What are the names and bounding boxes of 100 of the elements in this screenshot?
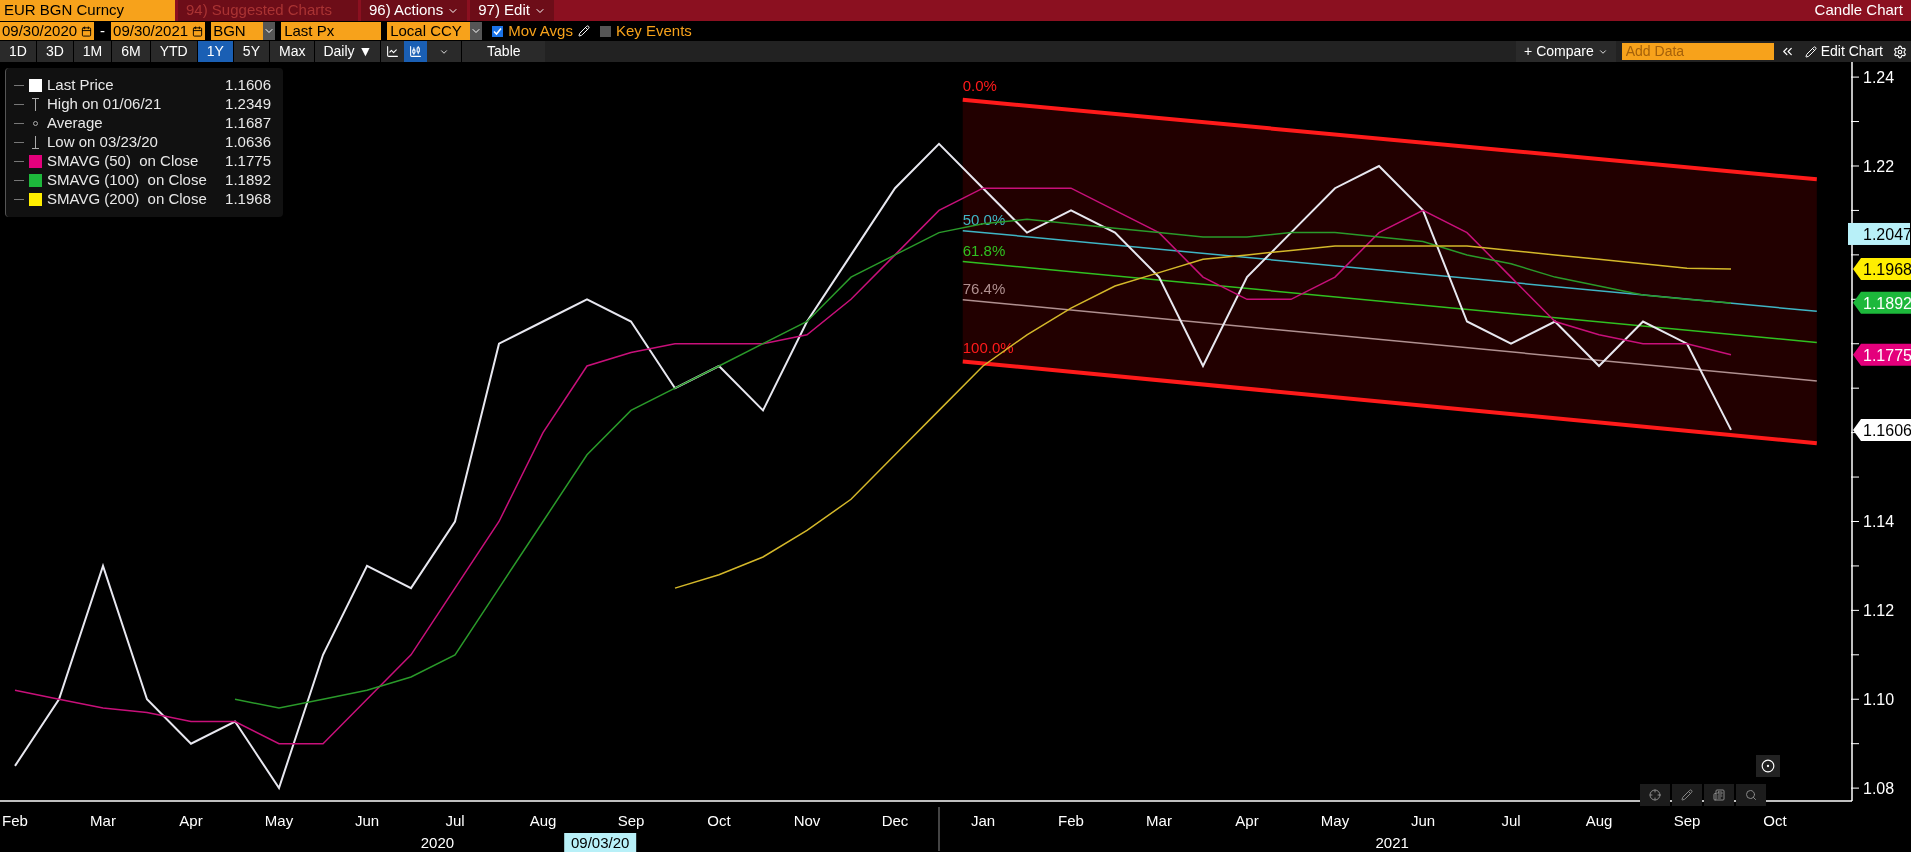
start-date-field[interactable]: 09/30/2020 bbox=[0, 22, 95, 40]
record-button[interactable] bbox=[1756, 755, 1780, 777]
legend-value: 1.0636 bbox=[225, 132, 271, 153]
legend-value: 1.1606 bbox=[225, 75, 271, 96]
checkbox-label: Key Events bbox=[615, 20, 692, 41]
legend-value: 1.1775 bbox=[225, 151, 271, 172]
chart-type-button[interactable] bbox=[381, 41, 405, 62]
x-axis-label: Aug bbox=[1585, 812, 1613, 829]
legend-label: Last Price bbox=[47, 75, 115, 96]
edit-chart-button[interactable]: Edit Chart bbox=[1800, 41, 1887, 62]
checkbox[interactable] bbox=[599, 25, 611, 37]
crosshair-button[interactable] bbox=[1640, 784, 1670, 806]
window-title: Candle Chart bbox=[1814, 0, 1904, 21]
calendar-icon bbox=[192, 25, 204, 37]
pencil-icon bbox=[1804, 45, 1817, 58]
x-axis-label: Jan bbox=[970, 812, 996, 829]
year-label: 2020 bbox=[420, 834, 455, 851]
pricing-source-dropdown[interactable]: BGN bbox=[211, 22, 276, 40]
circle-icon bbox=[1761, 759, 1775, 773]
compare-button[interactable]: + Compare bbox=[1516, 41, 1616, 62]
x-axis-label: Jul bbox=[445, 812, 465, 829]
y-axis-label: 1.24 bbox=[1863, 69, 1895, 87]
period-tab[interactable]: 3D bbox=[36, 41, 74, 62]
price-tag: 1.1775 bbox=[1853, 343, 1911, 366]
add-data-field[interactable]: Add Data bbox=[1621, 43, 1774, 60]
legend-label: SMAVG (50) on Close bbox=[47, 151, 200, 172]
legend-label: SMAVG (100) on Close bbox=[47, 170, 208, 191]
legend-value: 1.2349 bbox=[225, 94, 271, 115]
chart-type-button[interactable] bbox=[404, 41, 428, 62]
currency-dropdown[interactable]: Local CCY bbox=[387, 22, 483, 40]
y-axis-label: 1.12 bbox=[1863, 602, 1895, 620]
x-axis-label: Apr bbox=[1235, 812, 1259, 829]
draw-button[interactable] bbox=[1672, 784, 1702, 806]
fibonacci-label: 50.0% bbox=[962, 210, 1006, 228]
x-axis-label: Apr bbox=[179, 812, 203, 829]
fibonacci-label: 76.4% bbox=[962, 279, 1006, 297]
x-axis-label: Aug bbox=[529, 812, 557, 829]
x-axis-label: Oct bbox=[1763, 812, 1787, 829]
settings-icon[interactable] bbox=[1893, 44, 1907, 59]
y-axis-label: 1.14 bbox=[1863, 513, 1895, 531]
x-axis-label: May bbox=[1320, 812, 1350, 829]
period-tab[interactable]: 5Y bbox=[233, 41, 270, 62]
newspaper-icon bbox=[1713, 789, 1725, 801]
security-field[interactable]: EUR BGN Curncy bbox=[0, 0, 175, 21]
x-axis-label: May bbox=[264, 812, 294, 829]
x-axis-label: Nov bbox=[793, 812, 821, 829]
line-chart-icon bbox=[386, 45, 400, 58]
pencil-icon[interactable] bbox=[577, 25, 590, 37]
legend-label: High on 01/06/21 bbox=[47, 94, 163, 115]
check-icon bbox=[493, 26, 503, 36]
table-button[interactable]: Table bbox=[461, 41, 546, 62]
period-tab[interactable]: 1Y bbox=[197, 41, 234, 62]
low-marker-icon bbox=[29, 136, 42, 149]
period-tab[interactable]: 1M bbox=[73, 41, 113, 62]
caret-icon bbox=[263, 22, 276, 40]
price-tag: 1.2047 bbox=[1848, 222, 1911, 245]
period-tab[interactable]: 1D bbox=[0, 41, 37, 62]
legend-value: 1.1687 bbox=[225, 113, 271, 134]
checkbox[interactable] bbox=[492, 25, 504, 37]
end-date-field[interactable]: 09/30/2021 bbox=[111, 22, 206, 40]
high-marker-icon bbox=[29, 98, 42, 111]
field-dropdown[interactable]: Last Px bbox=[281, 22, 382, 40]
date-separator: - bbox=[100, 20, 106, 41]
x-axis-label: Feb bbox=[2, 812, 28, 829]
x-axis-label: Jul bbox=[1501, 812, 1521, 829]
legend-label: SMAVG (200) on Close bbox=[47, 189, 208, 210]
y-axis-label: 1.22 bbox=[1863, 158, 1895, 175]
period-tab[interactable]: Max bbox=[269, 41, 316, 62]
price-tag: 1.1968 bbox=[1853, 258, 1911, 281]
menu-button[interactable]: 97) Edit bbox=[470, 0, 554, 21]
candlestick-icon bbox=[409, 45, 423, 58]
news-button[interactable] bbox=[1704, 784, 1734, 806]
period-tab[interactable]: 6M bbox=[112, 41, 151, 62]
y-axis-label: 1.08 bbox=[1863, 780, 1895, 798]
x-axis-label: Feb bbox=[1058, 812, 1084, 829]
y-axis-label: 1.10 bbox=[1863, 691, 1895, 709]
x-axis-label: Oct bbox=[707, 812, 731, 829]
x-axis-label: Sep bbox=[1673, 812, 1701, 829]
pencil-icon bbox=[1681, 789, 1693, 801]
x-axis-label: Jun bbox=[1410, 812, 1436, 829]
x-axis-label: Jun bbox=[354, 812, 380, 829]
fibonacci-label: 61.8% bbox=[962, 241, 1006, 259]
frequency-dropdown[interactable]: Daily ▼ bbox=[315, 41, 382, 62]
caret-icon bbox=[470, 22, 483, 40]
search-icon bbox=[1745, 789, 1757, 801]
legend-label: Low on 03/23/20 bbox=[47, 132, 159, 153]
x-axis-label: Mar bbox=[1146, 812, 1172, 829]
menu-button[interactable]: 96) Actions bbox=[361, 0, 468, 21]
checkbox-label: Mov Avgs bbox=[508, 20, 573, 41]
legend-label: Average bbox=[47, 113, 104, 134]
x-axis-label: Sep bbox=[617, 812, 645, 829]
calendar-icon bbox=[81, 25, 93, 37]
zoom-button[interactable] bbox=[1736, 784, 1766, 806]
x-axis-label: Mar bbox=[90, 812, 116, 829]
legend-value: 1.1892 bbox=[225, 170, 271, 191]
period-tab[interactable]: YTD bbox=[150, 41, 198, 62]
fibonacci-label: 0.0% bbox=[962, 76, 997, 94]
price-tag: 1.1892 bbox=[1853, 291, 1911, 314]
cursor-date-label: 09/03/20 bbox=[564, 833, 637, 852]
price-tag: 1.1606 bbox=[1853, 418, 1911, 441]
